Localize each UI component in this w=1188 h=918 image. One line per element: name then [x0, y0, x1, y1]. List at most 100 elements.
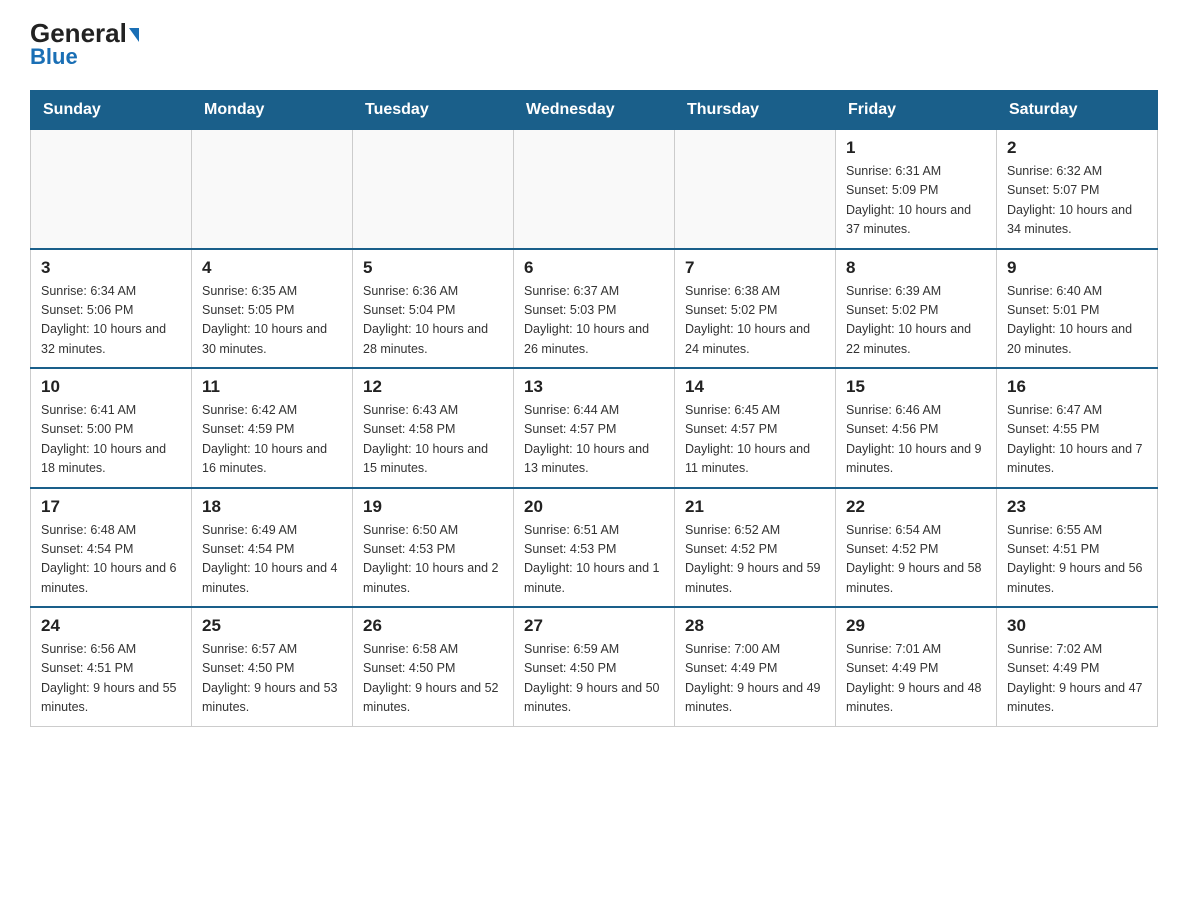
day-sun-info: Sunrise: 6:57 AM Sunset: 4:50 PM Dayligh…: [202, 640, 342, 718]
calendar-cell: 21 Sunrise: 6:52 AM Sunset: 4:52 PM Dayli…: [675, 488, 836, 608]
day-number: 22: [846, 497, 986, 517]
day-sun-info: Sunrise: 6:46 AM Sunset: 4:56 PM Dayligh…: [846, 401, 986, 479]
calendar-cell: 30Sunrise: 7:02 AM Sunset: 4:49 PM Dayli…: [997, 607, 1158, 726]
calendar-cell: 7 Sunrise: 6:38 AM Sunset: 5:02 PM Daylig…: [675, 249, 836, 369]
calendar-cell: 27Sunrise: 6:59 AM Sunset: 4:50 PM Dayli…: [514, 607, 675, 726]
day-sun-info: Sunrise: 6:34 AM Sunset: 5:06 PM Dayligh…: [41, 282, 181, 360]
day-number: 19: [363, 497, 503, 517]
day-sun-info: Sunrise: 6:36 AM Sunset: 5:04 PM Dayligh…: [363, 282, 503, 360]
day-sun-info: Sunrise: 6:47 AM Sunset: 4:55 PM Dayligh…: [1007, 401, 1147, 479]
day-sun-info: Sunrise: 6:40 AM Sunset: 5:01 PM Dayligh…: [1007, 282, 1147, 360]
calendar-cell: 29 Sunrise: 7:01 AM Sunset: 4:49 PM Dayli…: [836, 607, 997, 726]
day-sun-info: Sunrise: 6:31 AM Sunset: 5:09 PM Dayligh…: [846, 162, 986, 240]
calendar-week-row: 10Sunrise: 6:41 AM Sunset: 5:00 PM Dayli…: [31, 368, 1158, 488]
day-sun-info: Sunrise: 6:55 AM Sunset: 4:51 PM Dayligh…: [1007, 521, 1147, 599]
day-sun-info: Sunrise: 6:42 AM Sunset: 4:59 PM Dayligh…: [202, 401, 342, 479]
calendar-cell: 8Sunrise: 6:39 AM Sunset: 5:02 PM Daylig…: [836, 249, 997, 369]
calendar-cell: [192, 130, 353, 249]
day-number: 3: [41, 258, 181, 278]
day-number: 5: [363, 258, 503, 278]
calendar-cell: 5 Sunrise: 6:36 AM Sunset: 5:04 PM Daylig…: [353, 249, 514, 369]
day-number: 21: [685, 497, 825, 517]
calendar-table: SundayMondayTuesdayWednesdayThursdayFrid…: [30, 90, 1158, 727]
calendar-cell: 26 Sunrise: 6:58 AM Sunset: 4:50 PM Dayli…: [353, 607, 514, 726]
day-number: 29: [846, 616, 986, 636]
calendar-cell: [353, 130, 514, 249]
day-number: 28: [685, 616, 825, 636]
day-sun-info: Sunrise: 6:43 AM Sunset: 4:58 PM Dayligh…: [363, 401, 503, 479]
day-number: 23: [1007, 497, 1147, 517]
logo-triangle-icon: [129, 28, 139, 42]
calendar-cell: 25 Sunrise: 6:57 AM Sunset: 4:50 PM Dayli…: [192, 607, 353, 726]
day-number: 17: [41, 497, 181, 517]
day-sun-info: Sunrise: 6:32 AM Sunset: 5:07 PM Dayligh…: [1007, 162, 1147, 240]
day-of-week-header: Tuesday: [353, 91, 514, 130]
calendar-cell: 19 Sunrise: 6:50 AM Sunset: 4:53 PM Dayli…: [353, 488, 514, 608]
day-sun-info: Sunrise: 7:01 AM Sunset: 4:49 PM Dayligh…: [846, 640, 986, 718]
calendar-week-row: 24 Sunrise: 6:56 AM Sunset: 4:51 PM Dayli…: [31, 607, 1158, 726]
calendar-week-row: 17 Sunrise: 6:48 AM Sunset: 4:54 PM Dayli…: [31, 488, 1158, 608]
calendar-cell: [675, 130, 836, 249]
day-of-week-header: Thursday: [675, 91, 836, 130]
day-of-week-header: Friday: [836, 91, 997, 130]
day-sun-info: Sunrise: 6:49 AM Sunset: 4:54 PM Dayligh…: [202, 521, 342, 599]
day-number: 27: [524, 616, 664, 636]
day-number: 20: [524, 497, 664, 517]
calendar-cell: 15 Sunrise: 6:46 AM Sunset: 4:56 PM Dayli…: [836, 368, 997, 488]
day-number: 26: [363, 616, 503, 636]
calendar-header-row: SundayMondayTuesdayWednesdayThursdayFrid…: [31, 91, 1158, 130]
calendar-cell: [514, 130, 675, 249]
day-sun-info: Sunrise: 6:38 AM Sunset: 5:02 PM Dayligh…: [685, 282, 825, 360]
day-number: 18: [202, 497, 342, 517]
day-sun-info: Sunrise: 6:50 AM Sunset: 4:53 PM Dayligh…: [363, 521, 503, 599]
day-sun-info: Sunrise: 6:48 AM Sunset: 4:54 PM Dayligh…: [41, 521, 181, 599]
calendar-cell: 10Sunrise: 6:41 AM Sunset: 5:00 PM Dayli…: [31, 368, 192, 488]
calendar-cell: 22 Sunrise: 6:54 AM Sunset: 4:52 PM Dayli…: [836, 488, 997, 608]
calendar-cell: 18 Sunrise: 6:49 AM Sunset: 4:54 PM Dayli…: [192, 488, 353, 608]
day-of-week-header: Saturday: [997, 91, 1158, 130]
day-number: 24: [41, 616, 181, 636]
calendar-cell: 1 Sunrise: 6:31 AM Sunset: 5:09 PM Daylig…: [836, 130, 997, 249]
logo-blue: Blue: [30, 44, 78, 70]
logo: General Blue: [30, 20, 139, 70]
day-number: 4: [202, 258, 342, 278]
day-sun-info: Sunrise: 6:52 AM Sunset: 4:52 PM Dayligh…: [685, 521, 825, 599]
day-number: 1: [846, 138, 986, 158]
calendar-cell: 13 Sunrise: 6:44 AM Sunset: 4:57 PM Dayli…: [514, 368, 675, 488]
calendar-cell: [31, 130, 192, 249]
calendar-week-row: 1 Sunrise: 6:31 AM Sunset: 5:09 PM Daylig…: [31, 130, 1158, 249]
day-sun-info: Sunrise: 7:00 AM Sunset: 4:49 PM Dayligh…: [685, 640, 825, 718]
day-number: 14: [685, 377, 825, 397]
day-sun-info: Sunrise: 6:58 AM Sunset: 4:50 PM Dayligh…: [363, 640, 503, 718]
day-number: 12: [363, 377, 503, 397]
day-of-week-header: Sunday: [31, 91, 192, 130]
day-number: 8: [846, 258, 986, 278]
day-number: 13: [524, 377, 664, 397]
day-number: 7: [685, 258, 825, 278]
day-number: 9: [1007, 258, 1147, 278]
calendar-cell: 24 Sunrise: 6:56 AM Sunset: 4:51 PM Dayli…: [31, 607, 192, 726]
day-number: 6: [524, 258, 664, 278]
calendar-cell: 17 Sunrise: 6:48 AM Sunset: 4:54 PM Dayli…: [31, 488, 192, 608]
calendar-cell: 2 Sunrise: 6:32 AM Sunset: 5:07 PM Daylig…: [997, 130, 1158, 249]
day-number: 25: [202, 616, 342, 636]
calendar-cell: 6Sunrise: 6:37 AM Sunset: 5:03 PM Daylig…: [514, 249, 675, 369]
day-sun-info: Sunrise: 6:51 AM Sunset: 4:53 PM Dayligh…: [524, 521, 664, 599]
calendar-cell: 3 Sunrise: 6:34 AM Sunset: 5:06 PM Daylig…: [31, 249, 192, 369]
day-number: 15: [846, 377, 986, 397]
calendar-cell: 9 Sunrise: 6:40 AM Sunset: 5:01 PM Daylig…: [997, 249, 1158, 369]
day-sun-info: Sunrise: 6:56 AM Sunset: 4:51 PM Dayligh…: [41, 640, 181, 718]
day-of-week-header: Wednesday: [514, 91, 675, 130]
calendar-cell: 11Sunrise: 6:42 AM Sunset: 4:59 PM Dayli…: [192, 368, 353, 488]
calendar-cell: 12 Sunrise: 6:43 AM Sunset: 4:58 PM Dayli…: [353, 368, 514, 488]
day-sun-info: Sunrise: 6:41 AM Sunset: 5:00 PM Dayligh…: [41, 401, 181, 479]
calendar-cell: 20 Sunrise: 6:51 AM Sunset: 4:53 PM Dayli…: [514, 488, 675, 608]
day-number: 2: [1007, 138, 1147, 158]
calendar-cell: 16Sunrise: 6:47 AM Sunset: 4:55 PM Dayli…: [997, 368, 1158, 488]
calendar-week-row: 3 Sunrise: 6:34 AM Sunset: 5:06 PM Daylig…: [31, 249, 1158, 369]
calendar-cell: 14Sunrise: 6:45 AM Sunset: 4:57 PM Dayli…: [675, 368, 836, 488]
day-sun-info: Sunrise: 6:54 AM Sunset: 4:52 PM Dayligh…: [846, 521, 986, 599]
day-sun-info: Sunrise: 6:35 AM Sunset: 5:05 PM Dayligh…: [202, 282, 342, 360]
day-sun-info: Sunrise: 7:02 AM Sunset: 4:49 PM Dayligh…: [1007, 640, 1147, 718]
day-sun-info: Sunrise: 6:44 AM Sunset: 4:57 PM Dayligh…: [524, 401, 664, 479]
